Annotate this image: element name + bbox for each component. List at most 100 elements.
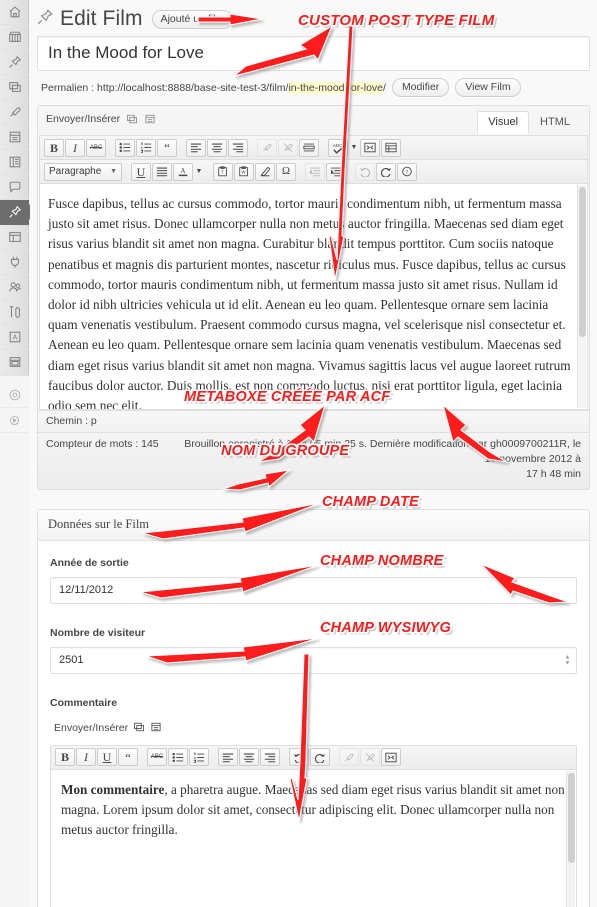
svg-text:W: W	[242, 170, 247, 175]
post-editor: Envoyer/Insérer Visuel HTML B I ABC “ AB…	[37, 105, 590, 433]
stepper-down-icon[interactable]: ▼	[565, 660, 571, 666]
text-color-icon[interactable]: A	[173, 162, 193, 181]
align-right-icon[interactable]	[260, 748, 280, 767]
pin-icon	[8, 205, 22, 219]
strikethrough-icon[interactable]: ABC	[147, 748, 167, 767]
fullscreen-icon[interactable]	[360, 138, 380, 157]
undo-icon[interactable]	[355, 162, 375, 181]
outdent-icon[interactable]	[305, 162, 325, 181]
acf-media-buttons: Envoyer/Insérer	[50, 717, 577, 745]
more-tag-icon[interactable]	[299, 138, 319, 157]
fullscreen-icon[interactable]	[381, 748, 401, 767]
sidebar-item-extra[interactable]	[0, 383, 29, 408]
admin-main: Edit Film Ajouté un film Permalien : htt…	[30, 0, 597, 907]
bold-icon[interactable]: B	[44, 138, 64, 157]
sidebar-item-tools[interactable]	[0, 300, 29, 325]
sidebar-item-plugins[interactable]	[0, 250, 29, 275]
view-film-button[interactable]: View Film	[455, 78, 521, 97]
add-media-icon[interactable]	[125, 112, 138, 125]
insert-link-icon[interactable]	[257, 138, 277, 157]
sidebar-item-users[interactable]	[0, 275, 29, 300]
post-title-wrap	[37, 36, 590, 71]
align-right-icon[interactable]	[228, 138, 248, 157]
unordered-list-icon[interactable]	[168, 748, 188, 767]
underline-icon[interactable]: U	[97, 748, 117, 767]
ordered-list-icon[interactable]	[189, 748, 209, 767]
plug-icon	[8, 255, 22, 269]
acf-content-bold: Mon commentaire	[61, 781, 165, 797]
screen: A Edit Film Ajouté un film In the Mood f…	[0, 0, 597, 907]
strikethrough-icon[interactable]: ABC	[86, 138, 106, 157]
post-title-input[interactable]	[46, 42, 581, 64]
remove-formatting-icon[interactable]	[255, 162, 275, 181]
sidebar-collapse-button[interactable]	[0, 408, 29, 433]
sidebar-item-library[interactable]	[0, 150, 29, 175]
add-media-icon[interactable]	[133, 721, 145, 736]
align-justify-icon[interactable]	[152, 162, 172, 181]
sidebar-item-settings[interactable]: A	[0, 325, 29, 350]
autosave-line-1: Brouillon enregistré à 19 h 05 min 25 s.…	[184, 438, 581, 466]
acf-date-input[interactable]	[51, 577, 576, 603]
sidebar-item-pages[interactable]	[0, 125, 29, 150]
post-status-info: Compteur de mots : 145 Brouillon enregis…	[37, 433, 590, 490]
editor-container: B I ABC “ ABC ▼ Paragraphe ▼ U A ▼ T W Ω…	[39, 135, 588, 410]
kitchen-sink-icon[interactable]	[381, 138, 401, 157]
editor-toolbar-row-2: Paragraphe ▼ U A ▼ T W Ω ?	[40, 160, 587, 184]
sidebar-item-comments[interactable]	[0, 175, 29, 200]
tab-visual[interactable]: Visuel	[477, 111, 530, 134]
number-stepper[interactable]: ▲ ▼	[562, 653, 573, 668]
book-icon	[8, 155, 22, 169]
media-icon	[8, 80, 22, 94]
sidebar-item-films[interactable]	[0, 200, 36, 225]
help-icon[interactable]: ?	[397, 162, 417, 181]
spellcheck-dropdown-icon[interactable]: ▼	[349, 139, 359, 157]
sidebar-item-acf[interactable]	[0, 350, 29, 375]
post-body: Permalien : http://localhost:8888/base-s…	[30, 36, 597, 907]
paste-as-text-icon[interactable]: T	[213, 162, 233, 181]
editor-content-area[interactable]: Fusce dapibus, tellus ac cursus commodo,…	[40, 184, 587, 409]
unordered-list-icon[interactable]	[115, 138, 135, 157]
permalink-slug: in-the-mood-for-love	[288, 81, 384, 94]
italic-icon[interactable]: I	[65, 138, 85, 157]
redo-icon[interactable]	[376, 162, 396, 181]
sidebar-item-appearance[interactable]	[0, 225, 29, 250]
editor-scrollbar[interactable]	[577, 185, 586, 408]
acf-editor-scrollbar[interactable]	[566, 770, 575, 907]
ordered-list-icon[interactable]	[136, 138, 156, 157]
add-new-film-button[interactable]: Ajouté un film	[151, 9, 234, 29]
sidebar-item-store[interactable]	[0, 25, 29, 50]
align-left-icon[interactable]	[218, 748, 238, 767]
settings-icon: A	[8, 330, 22, 344]
align-center-icon[interactable]	[207, 138, 227, 157]
text-color-dropdown-icon[interactable]: ▼	[194, 163, 204, 181]
acf-group-title[interactable]: Données sur le Film	[38, 509, 589, 541]
align-left-icon[interactable]	[186, 138, 206, 157]
redo-icon[interactable]	[310, 748, 330, 767]
sidebar-item-media[interactable]	[0, 75, 29, 100]
sidebar-item-links[interactable]	[0, 100, 29, 125]
sidebar-item-dashboard[interactable]	[0, 0, 29, 25]
insert-link-icon[interactable]	[339, 748, 359, 767]
permalink-trailing: /	[383, 81, 386, 94]
special-character-icon[interactable]: Ω	[276, 162, 296, 181]
acf-editor-content-area[interactable]: Mon commentaire, a pharetra augue. Maece…	[51, 769, 576, 907]
edit-permalink-button[interactable]: Modifier	[391, 78, 450, 97]
add-form-icon[interactable]	[143, 112, 156, 125]
unlink-icon[interactable]	[360, 748, 380, 767]
align-center-icon[interactable]	[239, 748, 259, 767]
tab-html[interactable]: HTML	[529, 111, 581, 134]
acf-number-input[interactable]	[51, 647, 576, 673]
paste-from-word-icon[interactable]: W	[234, 162, 254, 181]
sidebar-item-posts[interactable]	[0, 50, 29, 75]
spellcheck-icon[interactable]: ABC	[328, 138, 348, 157]
undo-icon[interactable]	[289, 748, 309, 767]
indent-icon[interactable]	[326, 162, 346, 181]
blockquote-icon[interactable]: “	[157, 138, 177, 157]
add-form-icon[interactable]	[150, 721, 162, 736]
italic-icon[interactable]: I	[76, 748, 96, 767]
underline-icon[interactable]: U	[131, 162, 151, 181]
format-select[interactable]: Paragraphe ▼	[44, 162, 122, 181]
blockquote-icon[interactable]: “	[118, 748, 138, 767]
unlink-icon[interactable]	[278, 138, 298, 157]
bold-icon[interactable]: B	[55, 748, 75, 767]
